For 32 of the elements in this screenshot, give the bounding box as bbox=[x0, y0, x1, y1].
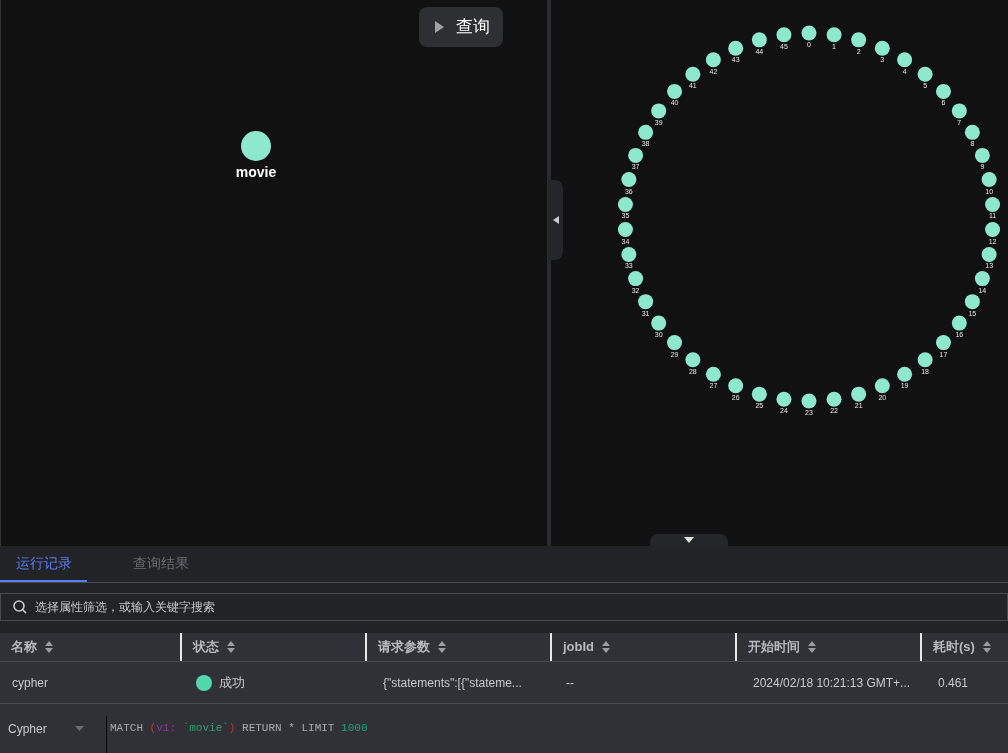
column-header: 耗时(s) bbox=[933, 638, 975, 657]
sort-icon[interactable] bbox=[982, 641, 991, 653]
sort-icon[interactable] bbox=[438, 641, 446, 653]
search-icon bbox=[13, 600, 27, 614]
table-cell: 2024/02/18 10:21:13 GMT+... bbox=[753, 675, 911, 690]
node-label: movie bbox=[235, 165, 277, 179]
column-header: 状态 bbox=[193, 638, 219, 657]
caret-down-icon bbox=[75, 726, 84, 731]
search-field[interactable]: 选择属性筛选，或输入关键字搜索 bbox=[35, 598, 995, 616]
language-dropdown[interactable]: Cypher bbox=[0, 704, 106, 753]
table-cell: cypher bbox=[12, 675, 49, 690]
sort-icon[interactable] bbox=[602, 641, 611, 653]
sort-icon[interactable] bbox=[808, 641, 816, 653]
column-header: 请求参数 bbox=[378, 638, 430, 657]
sort-icon[interactable] bbox=[227, 641, 235, 653]
column-header: 名称 bbox=[11, 638, 37, 657]
search-bar[interactable]: 选择属性筛选，或输入关键字搜索 bbox=[0, 593, 1008, 621]
table-cell: -- bbox=[566, 675, 574, 690]
collapse-handle[interactable] bbox=[548, 180, 563, 260]
table-cell: 0.461 bbox=[938, 675, 969, 690]
graph-node[interactable] bbox=[241, 131, 271, 161]
play-icon bbox=[435, 21, 444, 33]
column-header: 开始时间 bbox=[748, 638, 800, 657]
tab[interactable]: 运行记录 bbox=[0, 546, 87, 582]
code-line[interactable]: MATCH (v1: `movie`) RETURN * LIMIT 1000 bbox=[107, 720, 368, 737]
query-button[interactable]: 查询 bbox=[419, 7, 503, 47]
sort-icon[interactable] bbox=[45, 641, 53, 653]
collapse-handle[interactable] bbox=[650, 534, 728, 546]
table-cell: {"statements":[{"stateme... bbox=[383, 675, 522, 690]
caret-down-icon bbox=[684, 537, 694, 543]
table-cell-text: 成功 bbox=[219, 673, 245, 692]
column-header: jobId bbox=[563, 638, 595, 657]
